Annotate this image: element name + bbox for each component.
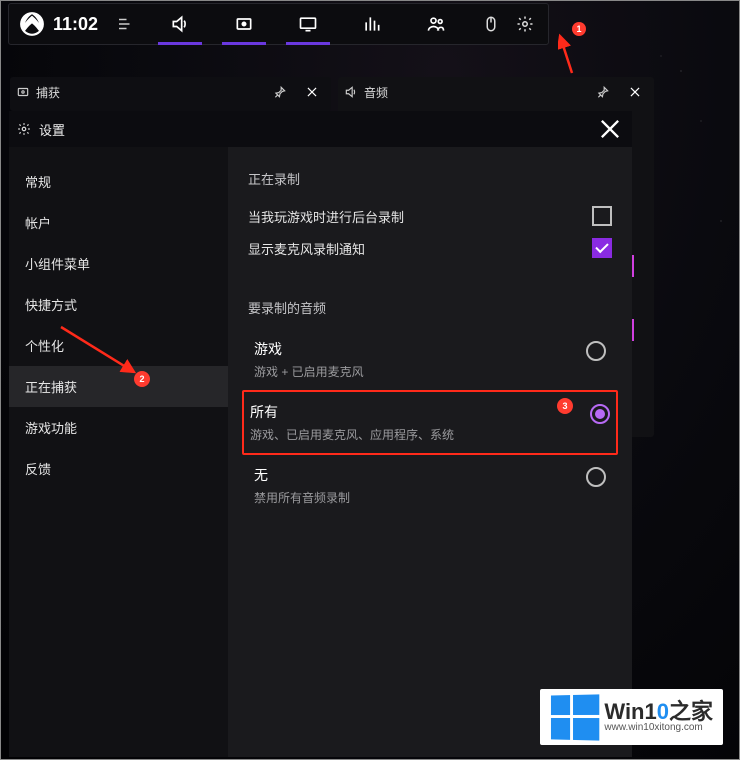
watermark-title: Win10之家: [604, 700, 713, 723]
sidebar-item-widgets[interactable]: 小组件菜单: [9, 243, 228, 284]
annotation-2: 2: [134, 371, 150, 387]
radio-title-all: 所有: [250, 402, 590, 422]
label-mic-notification: 显示麦克风录制通知: [248, 239, 365, 258]
sidebar-item-personalize[interactable]: 个性化: [9, 325, 228, 366]
settings-title: 设置: [39, 120, 588, 139]
capture-widget: 捕获: [10, 77, 331, 111]
capture-icon: [16, 85, 30, 99]
xbox-icon[interactable]: [19, 11, 45, 37]
audio-widget-title: 音频: [364, 84, 584, 101]
sidebar-item-gaming[interactable]: 游戏功能: [9, 407, 228, 448]
checkbox-background-record[interactable]: [592, 206, 612, 226]
annotation-1: 1: [572, 22, 586, 36]
tab-audio[interactable]: [148, 3, 212, 45]
arrow-to-gear: [558, 33, 588, 75]
clock: 11:02: [53, 14, 98, 35]
radio-button-none[interactable]: [586, 467, 606, 487]
row-background-record[interactable]: 当我玩游戏时进行后台录制: [248, 200, 612, 232]
tab-capture[interactable]: [212, 3, 276, 45]
annotation-3: 3: [557, 398, 573, 414]
settings-panel: 设置 常规 帐户 小组件菜单 快捷方式 个性化 正在捕获 游戏功能 反馈 正在录…: [9, 111, 632, 757]
speaker-icon: [344, 85, 358, 99]
radio-sub-all: 游戏、已启用麦克风、应用程序、系统: [250, 426, 590, 443]
checkbox-mic-notification[interactable]: [592, 238, 612, 258]
close-button[interactable]: [299, 79, 325, 105]
menu-lines-icon[interactable]: [109, 8, 141, 40]
windows-logo-icon: [551, 694, 598, 739]
settings-content: 正在录制 当我玩游戏时进行后台录制 显示麦克风录制通知 要录制的音频 游戏 游戏…: [228, 147, 632, 757]
gear-icon: [17, 122, 31, 136]
tab-resources[interactable]: [340, 3, 404, 45]
sidebar-item-feedback[interactable]: 反馈: [9, 448, 228, 489]
settings-gear-icon[interactable]: [509, 8, 541, 40]
watermark: Win10之家 www.win10xitong.com: [540, 689, 723, 745]
radio-row-game[interactable]: 游戏 游戏 + 已启用麦克风: [248, 329, 612, 390]
section-audio-title: 要录制的音频: [248, 298, 612, 317]
label-background-record: 当我玩游戏时进行后台录制: [248, 207, 404, 226]
capture-widget-title: 捕获: [36, 84, 261, 101]
pin-button[interactable]: [267, 79, 293, 105]
radio-sub-game: 游戏 + 已启用麦克风: [254, 363, 586, 380]
settings-header: 设置: [9, 111, 632, 147]
sidebar-item-account[interactable]: 帐户: [9, 202, 228, 243]
sidebar-item-general[interactable]: 常规: [9, 161, 228, 202]
game-bar-topbar: 11:02: [8, 3, 549, 45]
pin-button[interactable]: [590, 79, 616, 105]
radio-button-game[interactable]: [586, 341, 606, 361]
settings-sidebar: 常规 帐户 小组件菜单 快捷方式 个性化 正在捕获 游戏功能 反馈: [9, 147, 228, 757]
section-recording-title: 正在录制: [248, 169, 612, 188]
sidebar-item-shortcuts[interactable]: 快捷方式: [9, 284, 228, 325]
radio-row-none[interactable]: 无 禁用所有音频录制: [248, 455, 612, 516]
mouse-icon[interactable]: [475, 8, 507, 40]
tab-performance[interactable]: [276, 3, 340, 45]
radio-button-all[interactable]: [590, 404, 610, 424]
tab-social[interactable]: [404, 3, 468, 45]
close-button[interactable]: [622, 79, 648, 105]
row-mic-notification[interactable]: 显示麦克风录制通知: [248, 232, 612, 264]
radio-title-none: 无: [254, 465, 586, 485]
close-button[interactable]: [596, 115, 624, 143]
radio-title-game: 游戏: [254, 339, 586, 359]
watermark-url: www.win10xitong.com: [604, 723, 713, 734]
sidebar-item-capturing[interactable]: 正在捕获: [9, 366, 228, 407]
radio-sub-none: 禁用所有音频录制: [254, 489, 586, 506]
